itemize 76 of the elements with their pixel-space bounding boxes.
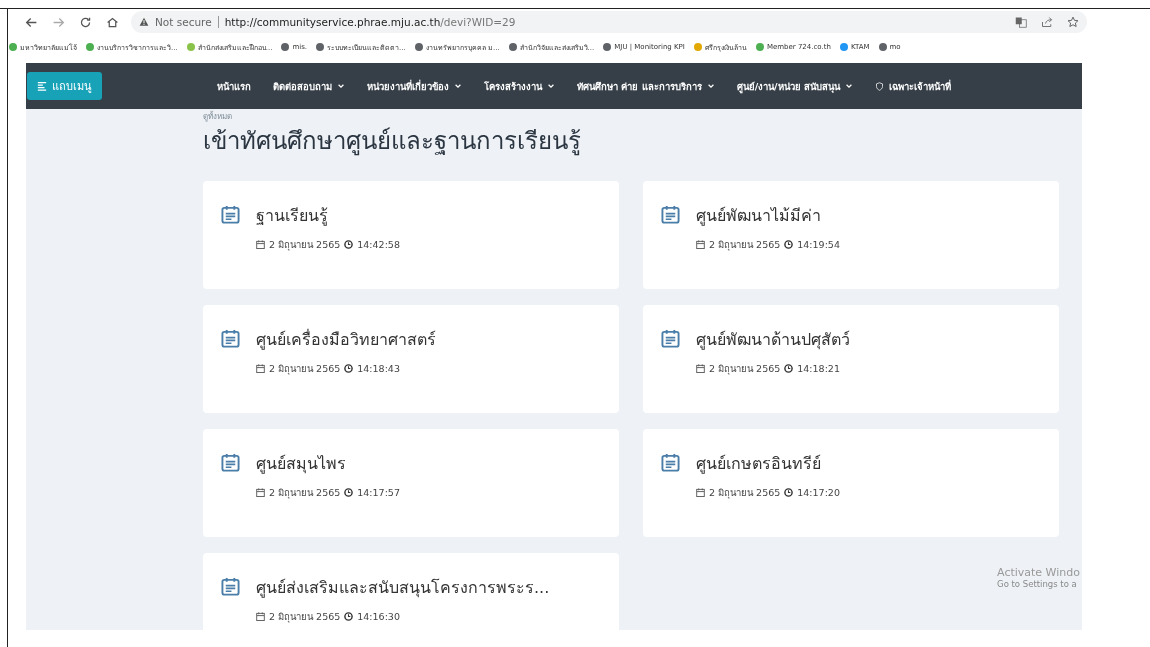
article-card[interactable]: ศูนย์พัฒนาด้านปศุสัตว์ 2 มิถุนายน 2565 14:18:21 [643, 305, 1059, 413]
back-icon[interactable] [25, 15, 38, 29]
chevron-down-icon [706, 82, 715, 90]
post-date: 2 มิถุนายน 2565 [269, 238, 341, 252]
chevron-down-icon [337, 82, 345, 90]
activation-notice-text: Go to Settings to a [997, 579, 1078, 589]
document-calendar-icon [661, 205, 680, 224]
clock-icon [784, 240, 794, 249]
post-date: 2 มิถุนายน 2565 [709, 362, 781, 376]
nav-link[interactable]: โครงสร้างงาน [484, 78, 555, 94]
star-icon[interactable] [1067, 16, 1079, 28]
post-date: 2 มิถุนายน 2565 [709, 486, 781, 500]
security-label: Not secure [155, 16, 212, 28]
card-title: ศูนย์สมุนไพร [256, 453, 347, 476]
card-title: ศูนย์ส่งเสริมและสนับสนุนโครงการพระร... [256, 577, 550, 600]
post-time: 14:19:54 [797, 239, 840, 250]
post-date: 2 มิถุนายน 2565 [269, 610, 341, 624]
shield-icon [874, 81, 884, 91]
nav-link[interactable]: เฉพาะเจ้าหน้าที่ [874, 78, 951, 94]
post-time: 14:17:57 [357, 487, 400, 498]
section-title: เข้าทัศนศึกษาศูนย์และฐานการเรียนรู้ [203, 126, 582, 158]
clock-icon [784, 488, 794, 497]
article-card[interactable]: ฐานเรียนรู้ 2 มิถุนายน 2565 14:42:58 [203, 181, 619, 289]
calendar-icon [256, 488, 265, 497]
reload-icon[interactable] [79, 15, 92, 29]
chevron-down-icon [547, 82, 555, 90]
article-card[interactable]: ศูนย์เครื่องมือวิทยาศาสตร์ 2 มิถุนายน 2565 14:18:43 [203, 305, 619, 413]
share-icon[interactable] [1041, 16, 1053, 28]
document-calendar-icon [661, 329, 680, 348]
post-time: 14:16:30 [357, 611, 400, 622]
calendar-icon [696, 364, 705, 373]
clock-icon [344, 240, 354, 249]
clock-icon [344, 488, 354, 497]
menu-icon [37, 81, 47, 91]
calendar-icon [696, 488, 705, 497]
warning-icon [139, 17, 149, 27]
activation-notice-title: Activate Windo [997, 566, 1080, 579]
nav-link[interactable]: ทัศนศึกษา ค่าย และการบริการ [577, 78, 715, 94]
document-calendar-icon [661, 453, 680, 472]
article-card[interactable]: ศูนย์สมุนไพร 2 มิถุนายน 2565 14:17:57 [203, 429, 619, 537]
translate-icon[interactable] [1015, 16, 1027, 28]
calendar-icon [256, 240, 265, 249]
card-title: ศูนย์เกษตรอินทรีย์ [696, 453, 822, 476]
article-card[interactable]: ศูนย์เกษตรอินทรีย์ 2 มิถุนายน 2565 14:17:20 [643, 429, 1059, 537]
clock-icon [344, 612, 354, 621]
post-date: 2 มิถุนายน 2565 [269, 362, 341, 376]
post-time: 14:42:58 [357, 239, 400, 250]
calendar-icon [256, 612, 265, 621]
url-text: http://communityservice.phrae.mju.ac.th/devi?WID=29 [224, 16, 516, 28]
document-calendar-icon [221, 329, 240, 348]
article-card[interactable]: ศูนย์ส่งเสริมและสนับสนุนโครงการพระร... 2 มิถุนายน 2565 14:16:30 [203, 553, 619, 630]
post-date: 2 มิถุนายน 2565 [269, 486, 341, 500]
clock-icon [344, 364, 354, 373]
document-calendar-icon [221, 453, 240, 472]
post-time: 14:18:43 [357, 363, 400, 374]
nav-link[interactable]: ศูนย์/งาน/หน่วย สนับสนุน [736, 78, 853, 94]
chevron-down-icon [844, 82, 853, 90]
post-date: 2 มิถุนายน 2565 [709, 238, 781, 252]
address-bar[interactable]: Not secure http://communityservice.phrae.mju.ac.th/devi?WID=29 [131, 11, 1087, 33]
card-title: ศูนย์เครื่องมือวิทยาศาสตร์ [256, 328, 436, 352]
nav-link[interactable]: ติดต่อสอบถาม [273, 78, 345, 94]
card-title: ฐานเรียนรู้ [256, 205, 329, 228]
nav-link[interactable]: หน่วยงานที่เกี่ยวข้อง [367, 78, 462, 94]
home-icon[interactable] [106, 15, 119, 29]
clock-icon [784, 364, 794, 373]
card-title: ศูนย์พัฒนาไม้มีค่า [696, 205, 822, 228]
post-time: 14:17:20 [797, 487, 840, 498]
article-card[interactable]: ศูนย์พัฒนาไม้มีค่า 2 มิถุนายน 2565 14:19:54 [643, 181, 1059, 289]
calendar-icon [256, 364, 265, 373]
nav-link[interactable]: หน้าแรก [217, 78, 251, 94]
card-title: ศูนย์พัฒนาด้านปศุสัตว์ [696, 329, 850, 352]
calendar-icon [696, 240, 705, 249]
post-time: 14:18:21 [797, 363, 840, 374]
document-calendar-icon [221, 205, 240, 224]
chevron-down-icon [454, 82, 462, 90]
document-calendar-icon [221, 577, 240, 596]
